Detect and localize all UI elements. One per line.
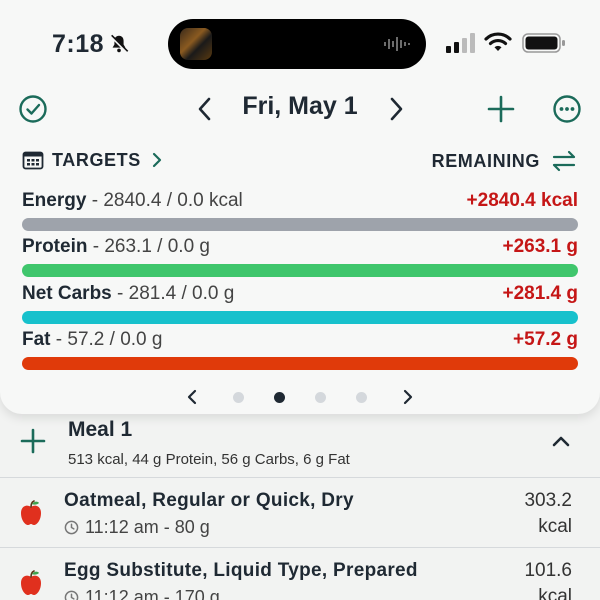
add-food-icon[interactable]: [20, 428, 46, 454]
check-circle-icon[interactable]: [18, 94, 48, 124]
more-icon[interactable]: [552, 94, 582, 124]
food-name: Egg Substitute, Liquid Type, Prepared: [64, 560, 418, 581]
remaining-label: REMAINING: [431, 150, 540, 171]
swap-arrows-icon: [552, 150, 576, 172]
page-dot[interactable]: [274, 392, 285, 403]
macro-name: Energy: [22, 190, 87, 211]
macro-progress-bar: [22, 218, 578, 231]
macro-detail: 2840.4 / 0.0 kcal: [103, 190, 243, 211]
battery-icon: [522, 33, 565, 53]
bell-slash-icon: [109, 34, 129, 54]
chevron-left-icon[interactable]: [182, 387, 202, 407]
food-calories-unit: kcal: [538, 586, 572, 600]
apple-icon: [21, 500, 41, 525]
page-dot[interactable]: [233, 392, 244, 403]
macro-detail: 57.2 / 0.0 g: [67, 329, 163, 350]
calendar-icon: [22, 151, 44, 170]
plus-icon[interactable]: [486, 94, 516, 124]
page-dot[interactable]: [315, 392, 326, 403]
page-dot[interactable]: [356, 392, 367, 403]
food-calories: 303.2: [524, 490, 572, 511]
meal-title: Meal 1: [68, 418, 133, 441]
album-art: [180, 28, 212, 60]
macro-fat[interactable]: Fat - 57.2 / 0.0 g +57.2 g: [22, 329, 578, 375]
chevron-left-icon[interactable]: [190, 94, 220, 124]
food-calories: 101.6: [524, 560, 572, 581]
macro-remaining: +281.4 g: [502, 283, 578, 304]
chevron-right-icon[interactable]: [381, 94, 411, 124]
wifi-icon: [484, 32, 512, 51]
macro-net-carbs[interactable]: Net Carbs - 281.4 / 0.0 g +281.4 g: [22, 283, 578, 329]
meal-header[interactable]: Meal 1 513 kcal, 44 g Protein, 56 g Carb…: [0, 414, 600, 478]
targets-button[interactable]: TARGETS: [22, 146, 165, 174]
page-indicator: [0, 385, 600, 409]
chevron-up-icon[interactable]: [550, 430, 572, 452]
remaining-toggle[interactable]: REMAINING: [432, 146, 578, 176]
macro-detail: 263.1 / 0.0 g: [104, 236, 210, 257]
audio-wave-icon: [384, 37, 410, 51]
date-nav: Fri, May 1: [0, 88, 600, 132]
macro-progress-bar: [22, 264, 578, 277]
chevron-right-icon[interactable]: [398, 387, 418, 407]
dynamic-island[interactable]: [168, 19, 426, 69]
macro-name: Fat: [22, 329, 51, 350]
macro-remaining: +2840.4 kcal: [466, 190, 578, 211]
signal-icon: [446, 33, 475, 53]
macro-remaining: +57.2 g: [513, 329, 578, 350]
food-entry[interactable]: Oatmeal, Regular or Quick, Dry 11:12 am …: [0, 478, 600, 548]
food-time-amount: 11:12 am - 80 g: [85, 516, 210, 537]
meal-summary: 513 kcal, 44 g Protein, 56 g Carbs, 6 g …: [68, 451, 350, 468]
clock-icon: [64, 520, 79, 534]
macro-protein[interactable]: Protein - 263.1 / 0.0 g +263.1 g: [22, 236, 578, 282]
macro-energy[interactable]: Energy - 2840.4 / 0.0 kcal +2840.4 kcal: [22, 190, 578, 236]
food-entry[interactable]: Egg Substitute, Liquid Type, Prepared 11…: [0, 548, 600, 600]
macro-name: Net Carbs: [22, 283, 112, 304]
macro-progress-bar: [22, 357, 578, 370]
chevron-right-icon: [152, 152, 161, 168]
clock-icon: [64, 590, 79, 600]
targets-header: TARGETS REMAINING: [22, 146, 578, 176]
food-name: Oatmeal, Regular or Quick, Dry: [64, 490, 354, 511]
macro-progress-bar: [22, 311, 578, 324]
status-time: 7:18: [52, 30, 105, 58]
food-meta: 11:12 am - 170 g: [64, 586, 220, 600]
apple-icon: [21, 570, 41, 595]
macro-name: Protein: [22, 236, 88, 257]
status-bar: 7:18: [0, 0, 600, 90]
food-calories-unit: kcal: [538, 516, 572, 537]
macro-remaining: +263.1 g: [502, 236, 578, 257]
targets-label: TARGETS: [52, 149, 141, 170]
food-time-amount: 11:12 am - 170 g: [85, 586, 220, 600]
macro-detail: 281.4 / 0.0 g: [128, 283, 235, 304]
food-meta: 11:12 am - 80 g: [64, 516, 210, 538]
